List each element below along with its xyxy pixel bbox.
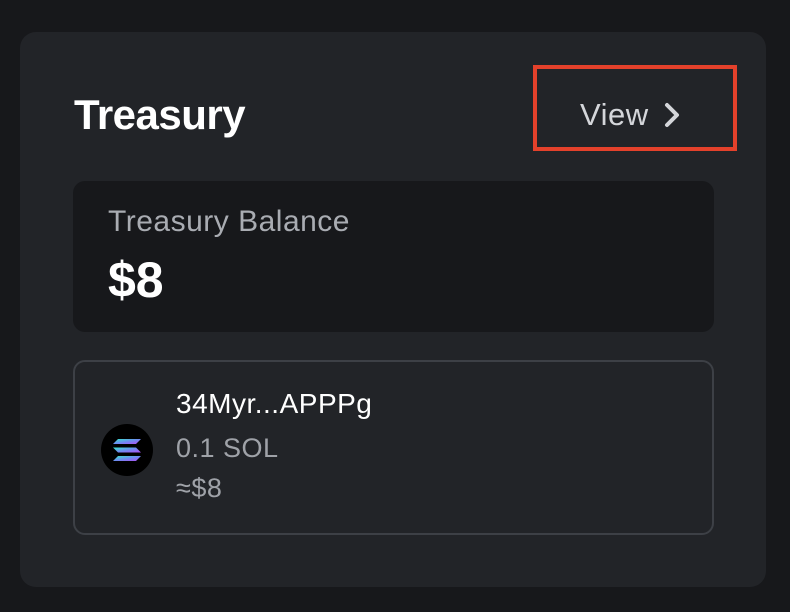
view-button-label: View <box>580 97 649 132</box>
token-usd-value: ≈$8 <box>176 473 223 503</box>
treasury-card: Treasury View Treasury Balance $8 34Myr.… <box>20 32 766 587</box>
chevron-right-icon <box>663 102 681 128</box>
token-address: 34Myr...APPPg <box>176 388 373 419</box>
solana-icon <box>101 424 153 476</box>
token-holding-item[interactable]: 34Myr...APPPg 0.1 SOL ≈$8 <box>73 360 714 535</box>
token-amount: 0.1 SOL <box>176 433 279 463</box>
treasury-title: Treasury <box>74 91 246 138</box>
treasury-balance-value: $8 <box>108 252 164 308</box>
treasury-balance-panel: Treasury Balance $8 <box>73 181 714 332</box>
treasury-balance-label: Treasury Balance <box>108 205 350 238</box>
view-button[interactable]: View <box>580 92 681 138</box>
